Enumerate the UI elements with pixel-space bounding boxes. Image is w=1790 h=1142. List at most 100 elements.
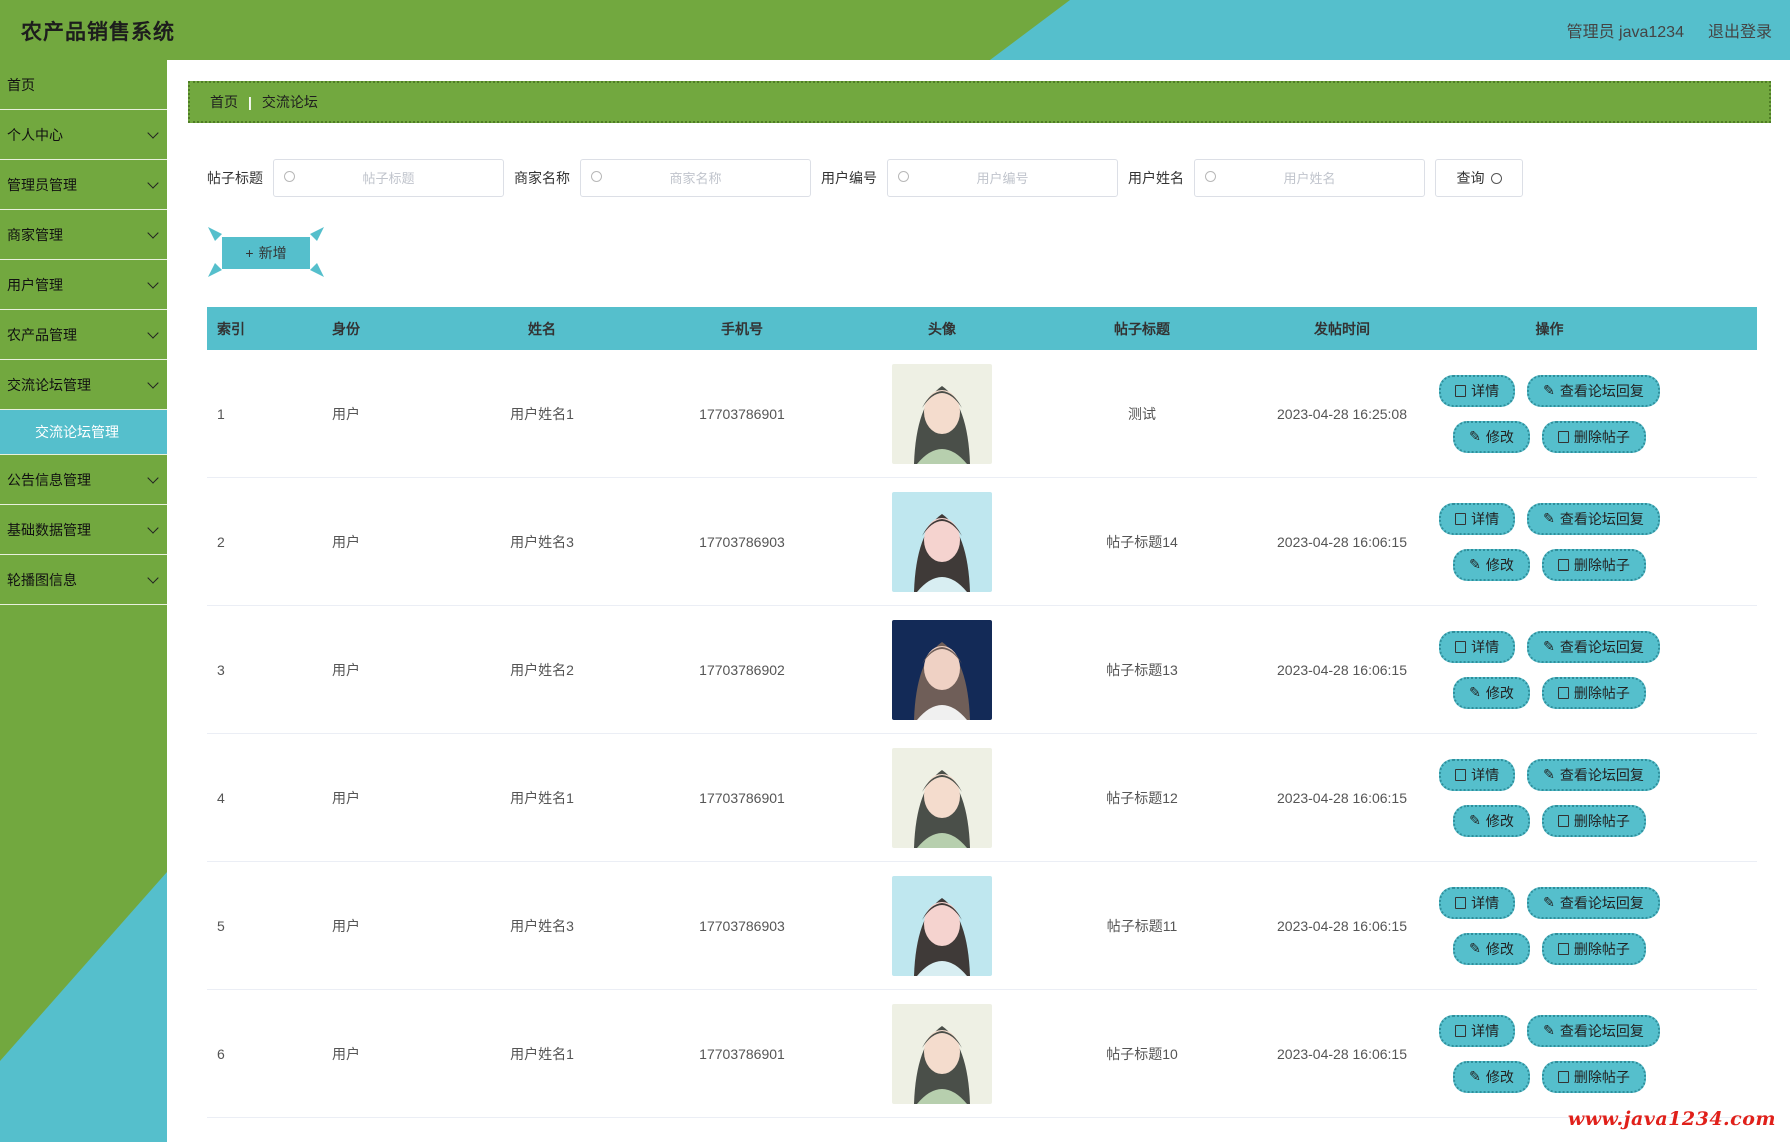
sidebar-item[interactable]: 农产品管理 (0, 310, 167, 360)
edit-label: 修改 (1485, 940, 1514, 957)
delete-post-button[interactable]: 删除帖子 (1541, 676, 1646, 709)
chevron-down-icon (147, 471, 159, 484)
detail-button[interactable]: 详情 (1439, 886, 1516, 919)
document-icon (1455, 768, 1467, 781)
sidebar-item[interactable]: 商家管理 (0, 210, 167, 260)
table-row: 2 用户 用户姓名3 17703786903 帖子标题14 2023-04-28 16:0… (207, 478, 1757, 606)
edit-button[interactable]: ✎ 修改 (1453, 676, 1530, 709)
search-icon (591, 171, 602, 182)
sidebar-item-label: 轮播图信息 (7, 571, 77, 588)
actions-line: 详情 ✎ 查看论坛回复 (1439, 374, 1660, 407)
edit-button[interactable]: ✎ 修改 (1453, 420, 1530, 453)
delete-label: 删除帖子 (1573, 428, 1630, 445)
cell-name: 用户姓名3 (510, 917, 574, 934)
sidebar-item-label: 用户管理 (7, 276, 63, 293)
table-row: 4 用户 用户姓名1 17703786901 帖子标题12 2023-04-28 16:0… (207, 734, 1757, 862)
view-replies-label: 查看论坛回复 (1559, 510, 1644, 527)
delete-post-button[interactable]: 删除帖子 (1541, 804, 1646, 837)
avatar[interactable] (892, 619, 992, 720)
delete-post-button[interactable]: 删除帖子 (1541, 548, 1646, 581)
detail-button[interactable]: 详情 (1439, 758, 1516, 791)
view-replies-button[interactable]: ✎ 查看论坛回复 (1527, 886, 1660, 919)
table-row: 1 用户 用户姓名1 17703786901 测试 2023-04-28 16:25:08… (207, 350, 1757, 478)
sidebar-subitem-active[interactable]: 交流论坛管理 (0, 410, 167, 455)
delete-post-button[interactable]: 删除帖子 (1541, 932, 1646, 965)
cell-actions: 详情 ✎ 查看论坛回复 ✎ 修改 删除帖子 (1439, 502, 1660, 581)
actions-line: 详情 ✎ 查看论坛回复 (1439, 1014, 1660, 1047)
sidebar-item[interactable]: 管理员管理 (0, 160, 167, 210)
col-header-index: 索引 (217, 320, 245, 337)
post-title-label: 帖子标题 (207, 170, 263, 186)
add-button-label: 新增 (258, 245, 287, 261)
sidebar-item[interactable]: 轮播图信息 (0, 555, 167, 605)
merchant-name-input[interactable] (603, 169, 788, 187)
cell-role: 用户 (332, 661, 360, 678)
user-id-input[interactable] (910, 169, 1095, 187)
avatar[interactable] (892, 747, 992, 848)
avatar[interactable] (892, 875, 992, 976)
cell-phone: 17703786903 (699, 917, 785, 934)
cell-post-title: 帖子标题14 (1106, 533, 1178, 550)
query-button[interactable]: 查询 (1435, 159, 1523, 197)
detail-label: 详情 (1471, 510, 1500, 527)
cell-index: 6 (217, 1045, 225, 1062)
detail-button[interactable]: 详情 (1439, 374, 1516, 407)
corner-decoration (208, 227, 222, 241)
sidebar-item[interactable]: 交流论坛管理 (0, 360, 167, 410)
col-header-phone: 手机号 (721, 320, 763, 337)
avatar[interactable] (892, 491, 992, 592)
sidebar-item[interactable]: 个人中心 (0, 110, 167, 160)
search-icon (1205, 171, 1216, 182)
detail-button[interactable]: 详情 (1439, 630, 1516, 663)
view-replies-button[interactable]: ✎ 查看论坛回复 (1527, 758, 1660, 791)
cell-actions: 详情 ✎ 查看论坛回复 ✎ 修改 删除帖子 (1439, 1014, 1660, 1093)
delete-post-button[interactable]: 删除帖子 (1541, 420, 1646, 453)
sidebar-item[interactable]: 首页 (0, 60, 167, 110)
detail-button[interactable]: 详情 (1439, 502, 1516, 535)
edit-label: 修改 (1485, 684, 1514, 701)
add-button[interactable]: + 新增 (222, 237, 310, 269)
edit-button[interactable]: ✎ 修改 (1453, 932, 1530, 965)
document-icon (1455, 896, 1467, 909)
merchant-name-field (580, 159, 811, 197)
view-replies-button[interactable]: ✎ 查看论坛回复 (1527, 374, 1660, 407)
chevron-down-icon (147, 326, 159, 339)
cell-actions: 详情 ✎ 查看论坛回复 ✎ 修改 删除帖子 (1439, 758, 1660, 837)
chevron-down-icon (147, 571, 159, 584)
cell-phone: 17703786901 (699, 1045, 785, 1062)
cell-actions: 详情 ✎ 查看论坛回复 ✎ 修改 删除帖子 (1439, 886, 1660, 965)
edit-button[interactable]: ✎ 修改 (1453, 548, 1530, 581)
edit-button[interactable]: ✎ 修改 (1453, 804, 1530, 837)
avatar[interactable] (892, 363, 992, 464)
plus-icon: + (245, 245, 254, 261)
view-replies-button[interactable]: ✎ 查看论坛回复 (1527, 1014, 1660, 1047)
logout-button[interactable]: 退出登录 (1708, 18, 1772, 42)
sidebar-item[interactable]: 公告信息管理 (0, 455, 167, 505)
avatar[interactable] (892, 1003, 992, 1104)
actions-line: ✎ 修改 删除帖子 (1453, 1060, 1646, 1093)
table-body: 1 用户 用户姓名1 17703786901 测试 2023-04-28 16:25:08… (207, 350, 1757, 1118)
col-header-ops: 操作 (1535, 320, 1564, 337)
actions-line: 详情 ✎ 查看论坛回复 (1439, 502, 1660, 535)
breadcrumb-home[interactable]: 首页 (210, 92, 238, 112)
corner-decoration (208, 263, 222, 277)
sidebar-item[interactable]: 基础数据管理 (0, 505, 167, 555)
view-replies-button[interactable]: ✎ 查看论坛回复 (1527, 502, 1660, 535)
cell-avatar (842, 363, 1042, 464)
delete-post-button[interactable]: 删除帖子 (1541, 1060, 1646, 1093)
cell-name: 用户姓名1 (510, 405, 574, 422)
detail-button[interactable]: 详情 (1439, 1014, 1516, 1047)
edit-pen-icon: ✎ (1543, 766, 1555, 782)
sidebar-item[interactable]: 用户管理 (0, 260, 167, 310)
edit-button[interactable]: ✎ 修改 (1453, 1060, 1530, 1093)
cell-name: 用户姓名3 (510, 533, 574, 550)
post-title-input[interactable] (296, 169, 481, 187)
view-replies-button[interactable]: ✎ 查看论坛回复 (1527, 630, 1660, 663)
chevron-down-icon (147, 176, 159, 189)
user-name-input[interactable] (1217, 169, 1402, 187)
trash-icon (1557, 686, 1569, 699)
detail-label: 详情 (1471, 382, 1500, 399)
query-button-label: 查询 (1456, 170, 1485, 186)
edit-label: 修改 (1485, 556, 1514, 573)
delete-label: 删除帖子 (1573, 1068, 1630, 1085)
